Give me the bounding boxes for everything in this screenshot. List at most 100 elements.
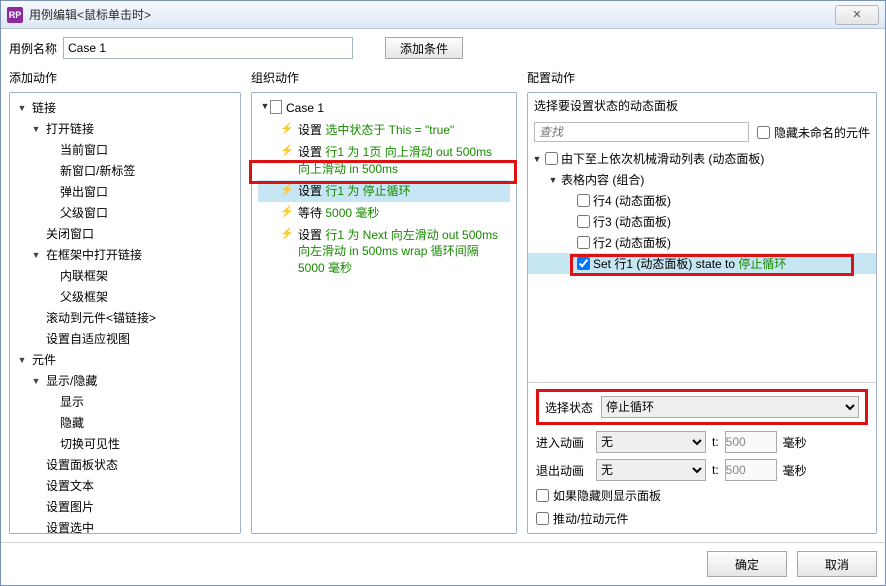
panel-tree[interactable]: ▼由下至上依次机械滑动列表 (动态面板)▼表格内容 (组合)行4 (动态面板) 行… [528,146,876,382]
action-tree-item[interactable]: 弹出窗口 [12,181,238,202]
action-tree-item[interactable]: 设置图片 [12,496,238,517]
expander-icon [44,438,56,450]
action-tree-item[interactable]: 设置面板状态 [12,454,238,475]
panel-tree-item[interactable]: ▼由下至上依次机械滑动列表 (动态面板) [528,148,876,169]
action-tree-item[interactable]: ▼元件 [12,349,238,370]
case-icon [270,100,282,114]
action-tree-item[interactable]: ▼链接 [12,97,238,118]
show-if-hidden-checkbox[interactable] [536,489,549,502]
add-condition-button[interactable]: 添加条件 [385,37,463,59]
action-tree-item[interactable]: ▼打开链接 [12,118,238,139]
config-header: 选择要设置状态的动态面板 [528,93,876,118]
action-tree-item[interactable]: 隐藏 [12,412,238,433]
action-tree-label: 链接 [30,99,56,116]
action-tree-label: 显示 [58,393,84,410]
panel-tree-item[interactable]: 行4 (动态面板) [528,190,876,211]
organize-action-row[interactable]: ⚡设置 选中状态于 This = "true" [258,119,510,141]
organize-action-text: 设置 行1 为 1页 向上滑动 out 500ms 向上滑动 in 500ms [298,144,506,176]
action-tree-label: 设置选中 [44,519,94,534]
select-state-dropdown[interactable]: 停止循环 [601,396,859,418]
organize-action-row[interactable]: ⚡ 设置 行1 为 Next 向左滑动 out 500ms 向左滑动 in 500… [258,224,510,279]
action-tree-label: 内联框架 [58,267,108,284]
bolt-icon: ⚡ [280,144,294,159]
configure-action-title: 配置动作 [527,67,877,88]
expander-icon [44,417,56,429]
action-tree-item[interactable]: 设置文本 [12,475,238,496]
action-tree-label: 设置面板状态 [44,456,118,473]
panel-tree-item[interactable]: Set 行1 (动态面板) state to 停止循环 [528,253,876,274]
action-tree-label: 新窗口/新标签 [58,162,135,179]
expander-icon [30,522,42,534]
action-tree-item[interactable]: ▼在框架中打开链接 [12,244,238,265]
panel-item-label: 表格内容 (组合) [561,171,644,188]
panel-tree-item[interactable]: 行2 (动态面板) [528,232,876,253]
action-tree-label: 关闭窗口 [44,225,94,242]
push-pull-row[interactable]: 推动/拉动元件 [536,510,868,527]
action-tree-item[interactable]: 切换可见性 [12,433,238,454]
hide-unnamed-row[interactable]: 隐藏未命名的元件 [757,124,870,141]
action-tree-label: 设置文本 [44,477,94,494]
window-title: 用例编辑<鼠标单击时> [29,6,151,23]
organize-action-row[interactable]: ⚡等待 5000 毫秒 [258,202,510,224]
search-input[interactable] [534,122,749,142]
action-tree[interactable]: ▼链接▼打开链接当前窗口新窗口/新标签弹出窗口父级窗口关闭窗口▼在框架中打开链接… [10,93,240,534]
action-tree-label: 在框架中打开链接 [44,246,142,263]
organize-action-row[interactable]: ⚡ 设置 行1 为 1页 向上滑动 out 500ms 向上滑动 in 500ms [258,141,510,179]
action-tree-label: 当前窗口 [58,141,108,158]
show-if-hidden-row[interactable]: 如果隐藏则显示面板 [536,487,868,504]
expander-icon [30,312,42,324]
expander-icon [30,459,42,471]
expander-icon: ▼ [30,375,42,387]
action-tree-item[interactable]: 关闭窗口 [12,223,238,244]
hide-unnamed-label: 隐藏未命名的元件 [774,124,870,141]
panel-tree-item[interactable]: 行3 (动态面板) [528,211,876,232]
select-state-label: 选择状态 [545,399,593,416]
organize-action-text: 等待 5000 毫秒 [298,205,379,221]
action-tree-item[interactable]: 父级窗口 [12,202,238,223]
exit-animation-row: 退出动画 无 t: 毫秒 [536,459,868,481]
organize-action-row[interactable]: ⚡设置 行1 为 停止循环 [258,180,510,202]
ok-button[interactable]: 确定 [707,551,787,577]
action-tree-label: 设置自适应视图 [44,330,130,347]
action-tree-label: 设置图片 [44,498,94,515]
organize-action-text: 设置 行1 为 Next 向左滑动 out 500ms 向左滑动 in 500m… [298,227,506,276]
enter-anim-select[interactable]: 无 [596,431,706,453]
panel-item-label: 行3 (动态面板) [593,213,671,230]
expander-icon: ▼ [30,249,42,261]
action-tree-item[interactable]: 当前窗口 [12,139,238,160]
cancel-button[interactable]: 取消 [797,551,877,577]
panel-item-checkbox[interactable] [577,236,590,249]
panel-tree-item[interactable]: ▼表格内容 (组合) [528,169,876,190]
case-header[interactable]: ▼ Case 1 [258,97,510,119]
exit-t-label: t: [712,463,719,477]
action-tree-item[interactable]: 父级框架 [12,286,238,307]
action-tree-item[interactable]: 滚动到元件<锚链接> [12,307,238,328]
action-tree-item[interactable]: 显示 [12,391,238,412]
action-tree-item[interactable]: 新窗口/新标签 [12,160,238,181]
case-label: Case 1 [286,100,324,116]
expander-icon: ▼ [30,123,42,135]
action-tree-item[interactable]: 设置自适应视图 [12,328,238,349]
exit-unit: 毫秒 [783,462,807,479]
enter-t-label: t: [712,435,719,449]
bolt-icon: ⚡ [280,227,294,242]
hide-unnamed-checkbox[interactable] [757,126,770,139]
case-name-input[interactable] [63,37,353,59]
exit-anim-select[interactable]: 无 [596,459,706,481]
action-tree-item[interactable]: ▼显示/隐藏 [12,370,238,391]
push-pull-checkbox[interactable] [536,512,549,525]
action-tree-label: 显示/隐藏 [44,372,97,389]
action-tree-item[interactable]: 设置选中 [12,517,238,534]
show-if-hidden-label: 如果隐藏则显示面板 [553,487,661,504]
expander-icon [44,165,56,177]
panel-item-checkbox[interactable] [577,194,590,207]
window-close-button[interactable]: ✕ [835,5,879,25]
panel-item-checkbox[interactable] [577,257,590,270]
panel-item-label: 行2 (动态面板) [593,234,671,251]
panel-item-checkbox[interactable] [577,215,590,228]
action-tree-item[interactable]: 内联框架 [12,265,238,286]
bolt-icon: ⚡ [280,122,294,137]
panel-item-checkbox[interactable] [545,152,558,165]
organize-action-text: 设置 行1 为 停止循环 [298,183,411,199]
expander-icon [30,228,42,240]
